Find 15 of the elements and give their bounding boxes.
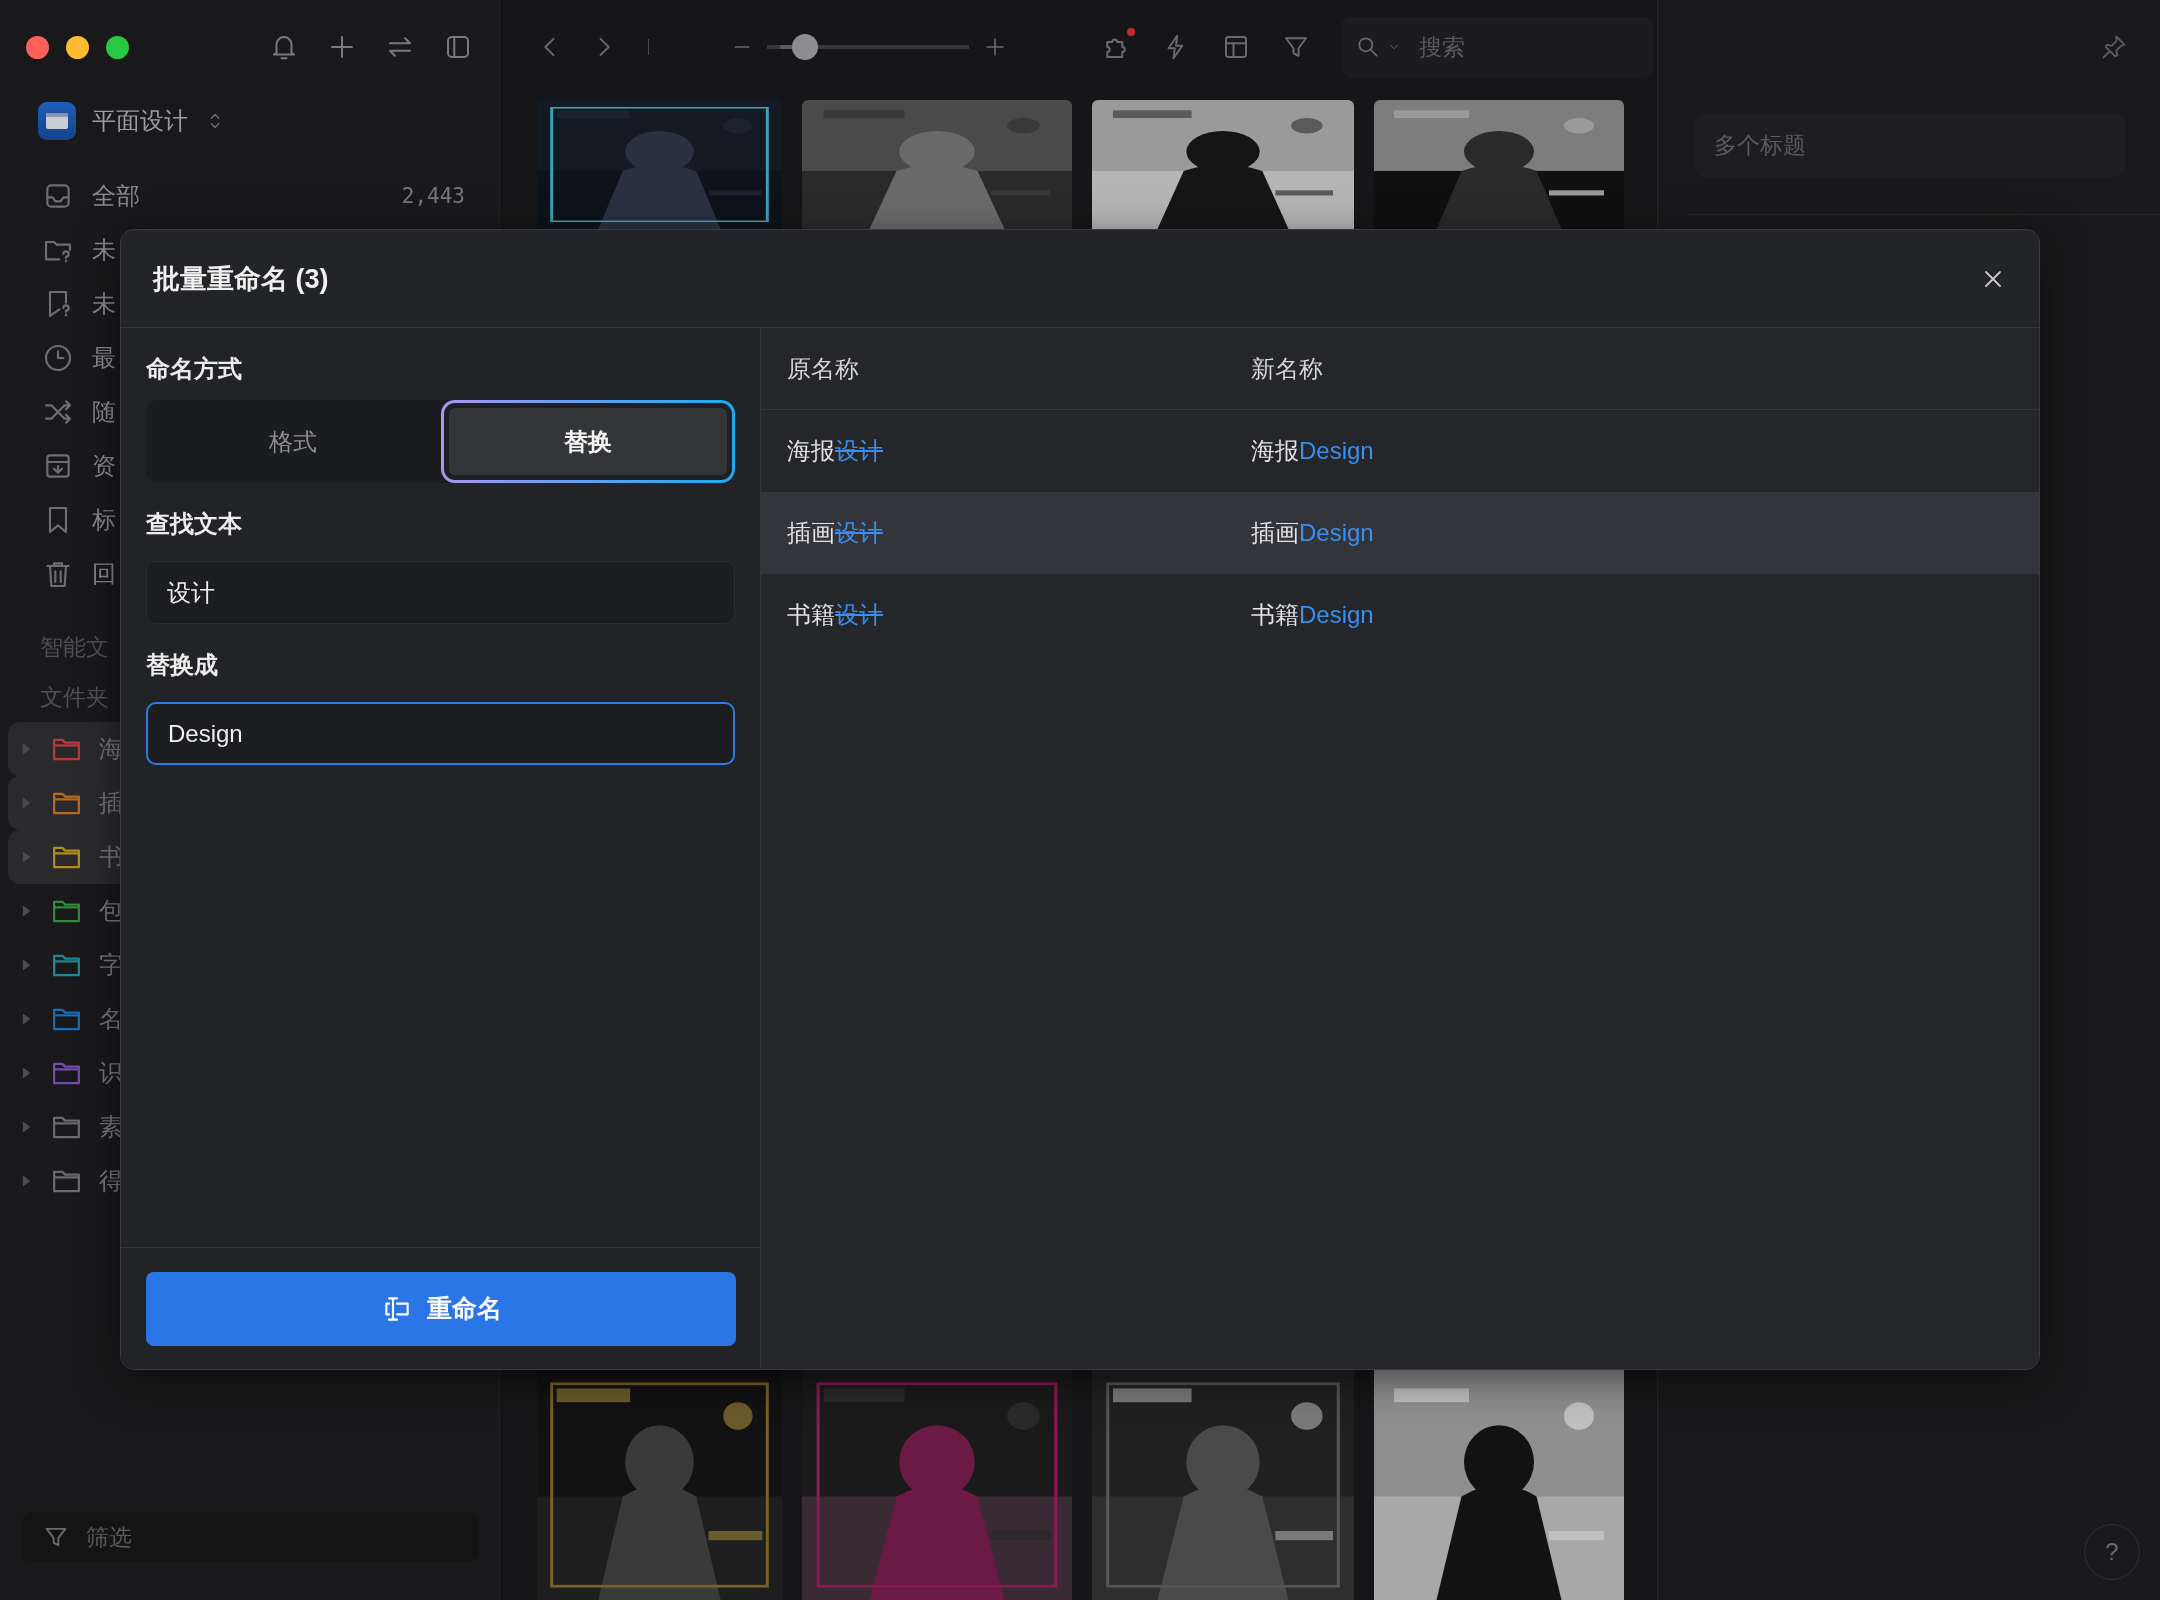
table-cell-text: 插画设计 [787,518,883,548]
item-count: 2,443 [401,184,465,208]
table-cell-text: 海报Design [1251,436,1374,466]
field-label: 命名方式 [146,354,243,384]
field-label: 查找文本 [146,509,243,539]
column-header: 新名称 [1251,353,1324,384]
dialog-title: 批量重命名 (3) [153,262,329,296]
table-cell-text: 书籍Design [1251,600,1374,630]
section-heading: 文件夹 [40,682,109,712]
column-header: 原名称 [787,353,860,384]
table-cell-text: 海报设计 [787,436,883,466]
table-cell-text: 插画Design [1251,518,1374,548]
table-cell-text: 书籍设计 [787,600,883,630]
section-heading: 智能文 [40,632,109,662]
field-label: 替换成 [146,650,219,680]
